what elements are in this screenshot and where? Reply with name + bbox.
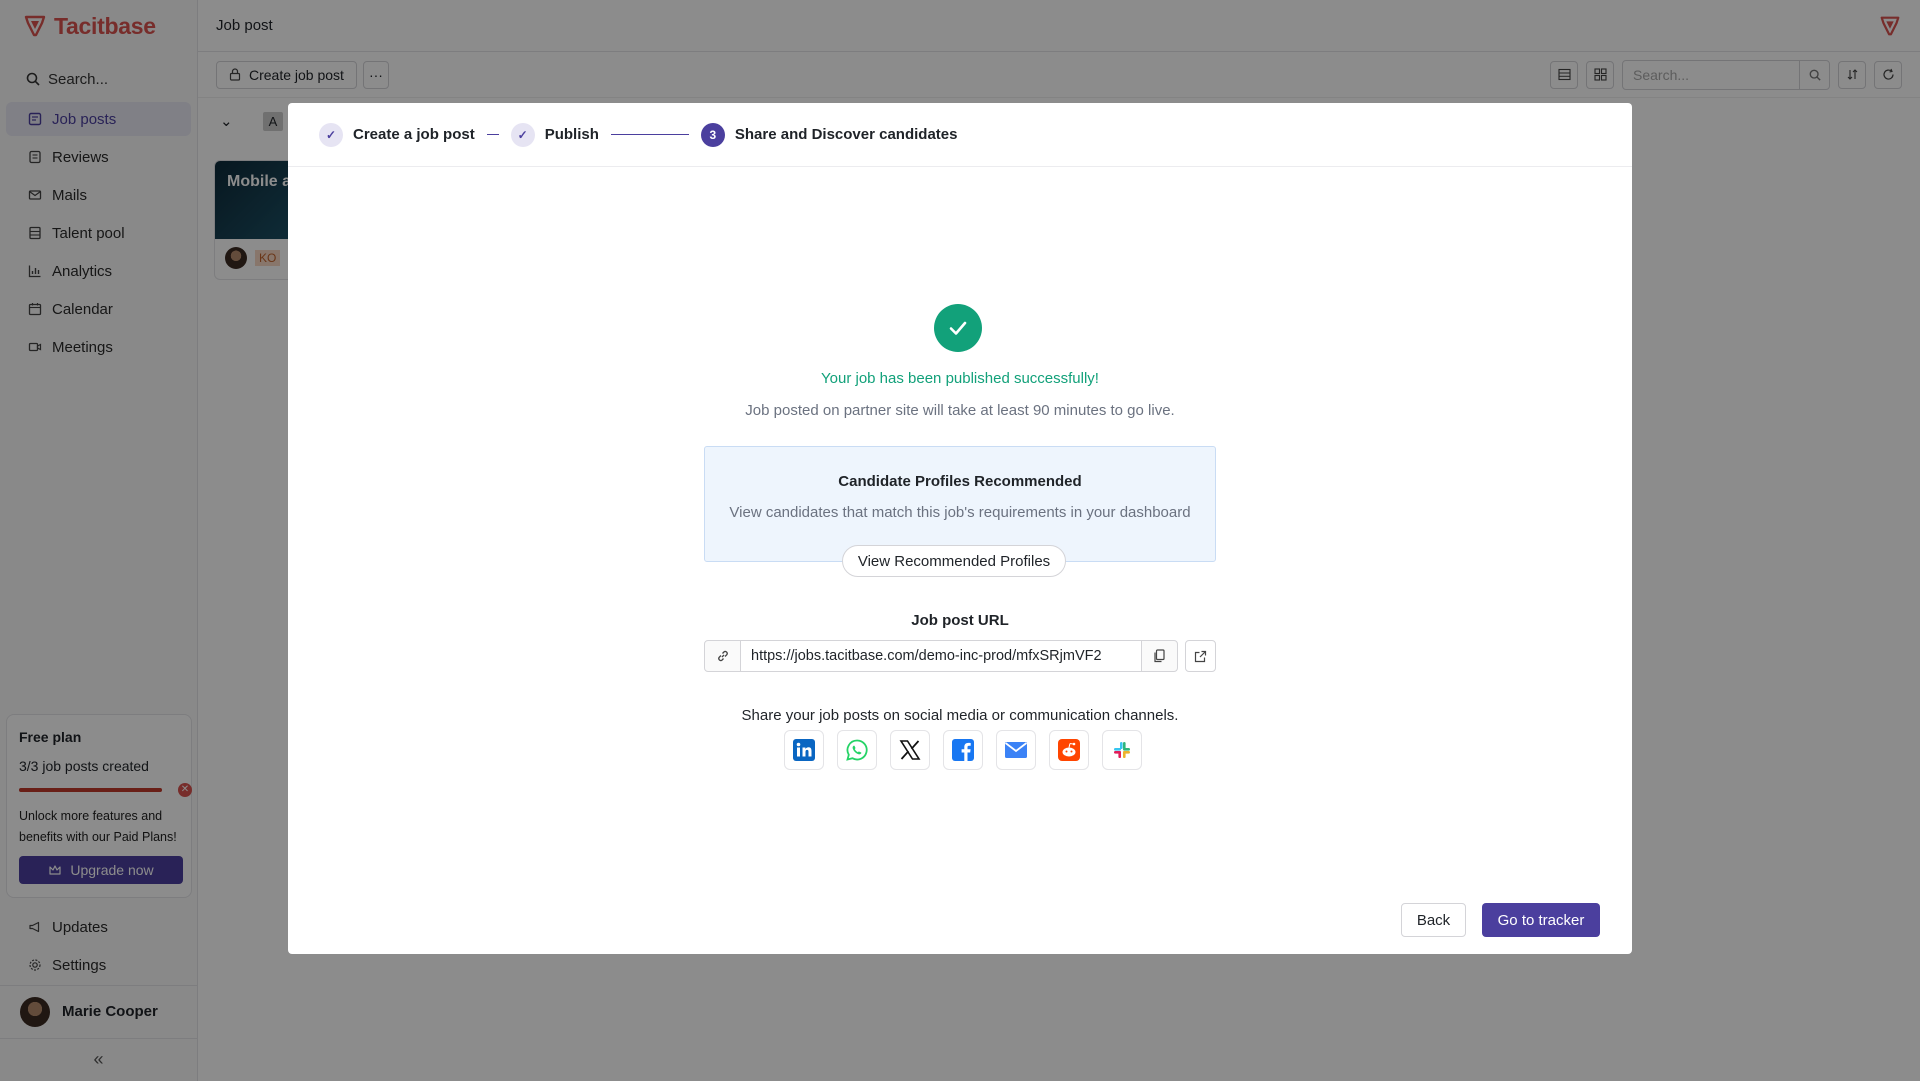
check-icon [949, 321, 967, 335]
view-recommended-profiles-button[interactable]: View Recommended Profiles [842, 545, 1066, 577]
share-email-button[interactable] [996, 730, 1036, 770]
linkedin-icon [793, 739, 815, 761]
share-reddit-button[interactable] [1049, 730, 1089, 770]
check-icon: ✓ [319, 122, 343, 147]
share-instructions: Share your job posts on social media or … [741, 707, 1179, 724]
reddit-icon [1058, 739, 1080, 761]
back-button[interactable]: Back [1401, 903, 1466, 937]
share-whatsapp-button[interactable] [837, 730, 877, 770]
open-url-button[interactable] [1185, 640, 1216, 672]
step-connector [610, 134, 689, 135]
share-facebook-button[interactable] [943, 730, 983, 770]
whatsapp-icon [846, 739, 868, 761]
share-linkedin-button[interactable] [784, 730, 824, 770]
step-label: Publish [544, 126, 599, 143]
share-x-button[interactable] [890, 730, 930, 770]
success-title: Your job has been published successfully… [821, 370, 1099, 387]
email-icon [1004, 742, 1028, 758]
step-connector [486, 134, 499, 135]
step-create-job-post: ✓ Create a job post [319, 122, 475, 147]
step-share-discover: 3 Share and Discover candidates [700, 122, 958, 147]
recommended-description: View candidates that match this job's re… [729, 504, 1191, 521]
stepper: ✓ Create a job post ✓ Publish 3 Share an… [288, 103, 1632, 167]
step-publish: ✓ Publish [510, 122, 599, 147]
link-icon [704, 640, 741, 672]
share-job-modal: ✓ Create a job post ✓ Publish 3 Share an… [288, 103, 1632, 954]
facebook-icon [952, 739, 974, 761]
job-post-url-field[interactable] [741, 640, 1141, 672]
step-number: 3 [700, 122, 725, 147]
copy-icon [1154, 649, 1165, 663]
check-icon: ✓ [510, 122, 535, 147]
go-to-tracker-button[interactable]: Go to tracker [1482, 903, 1600, 937]
slack-icon [1114, 742, 1130, 758]
share-slack-button[interactable] [1102, 730, 1142, 770]
job-post-url-label: Job post URL [911, 612, 1009, 629]
x-icon [899, 740, 921, 760]
success-check-icon [934, 304, 982, 352]
success-subtitle: Job posted on partner site will take at … [745, 402, 1175, 419]
step-label: Create a job post [353, 126, 475, 143]
recommended-title: Candidate Profiles Recommended [838, 473, 1082, 490]
step-label: Share and Discover candidates [734, 126, 958, 143]
external-link-icon [1194, 650, 1207, 662]
job-post-url-group [704, 640, 1178, 672]
copy-url-button[interactable] [1141, 640, 1178, 672]
share-buttons [784, 730, 1142, 770]
